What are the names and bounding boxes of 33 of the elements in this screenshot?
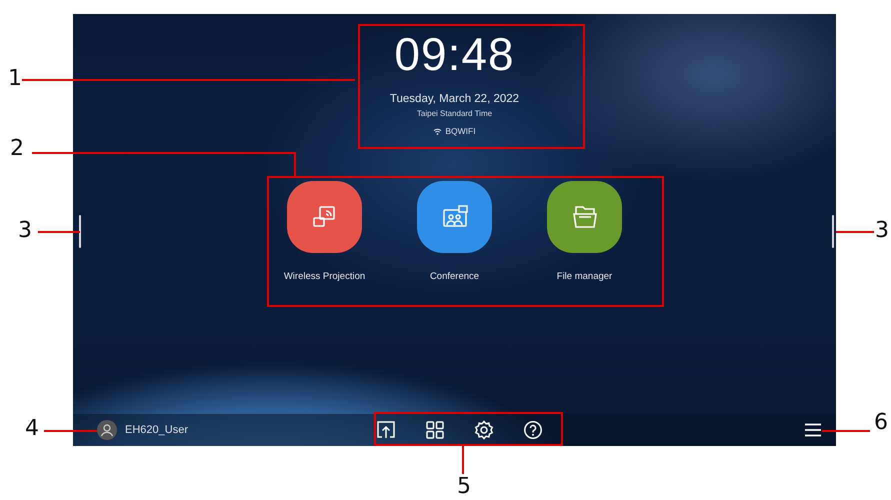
settings-icon[interactable] <box>474 420 494 440</box>
app-tile[interactable] <box>547 181 622 253</box>
app-label: Wireless Projection <box>284 271 366 282</box>
app-tile[interactable] <box>417 181 492 253</box>
leader-line <box>38 231 80 233</box>
user-avatar-icon <box>97 420 117 440</box>
leader-line <box>822 430 870 432</box>
app-tile[interactable] <box>287 181 362 253</box>
callout-number: 1 <box>8 66 22 92</box>
callout-number: 4 <box>25 416 39 442</box>
upload-icon[interactable] <box>376 420 396 440</box>
callout-number: 3 <box>18 218 32 244</box>
menu-icon[interactable] <box>804 423 822 437</box>
side-handle[interactable] <box>79 215 81 248</box>
folder-icon <box>570 203 598 231</box>
timezone-text: Taipei Standard Time <box>416 109 492 118</box>
callout-number: 5 <box>457 474 471 500</box>
callout-number: 2 <box>10 136 24 162</box>
date-text: Tuesday, March 22, 2022 <box>390 93 520 105</box>
side-handle[interactable] <box>832 215 834 248</box>
wifi-icon <box>433 128 442 134</box>
user-name: EH620_User <box>125 424 188 436</box>
app-label: File manager <box>556 271 612 282</box>
apps-grid-icon[interactable] <box>425 420 445 440</box>
app-label: Conference <box>430 271 480 282</box>
callout-number: 6 <box>874 410 888 436</box>
network-name: BQWIFI <box>445 126 476 136</box>
clock-time: 09:48 <box>394 28 515 80</box>
help-icon[interactable] <box>523 420 543 440</box>
leader-line <box>44 430 97 432</box>
leader-line <box>836 231 874 233</box>
callout-number: 3 <box>875 218 889 244</box>
leader-line <box>462 446 464 474</box>
